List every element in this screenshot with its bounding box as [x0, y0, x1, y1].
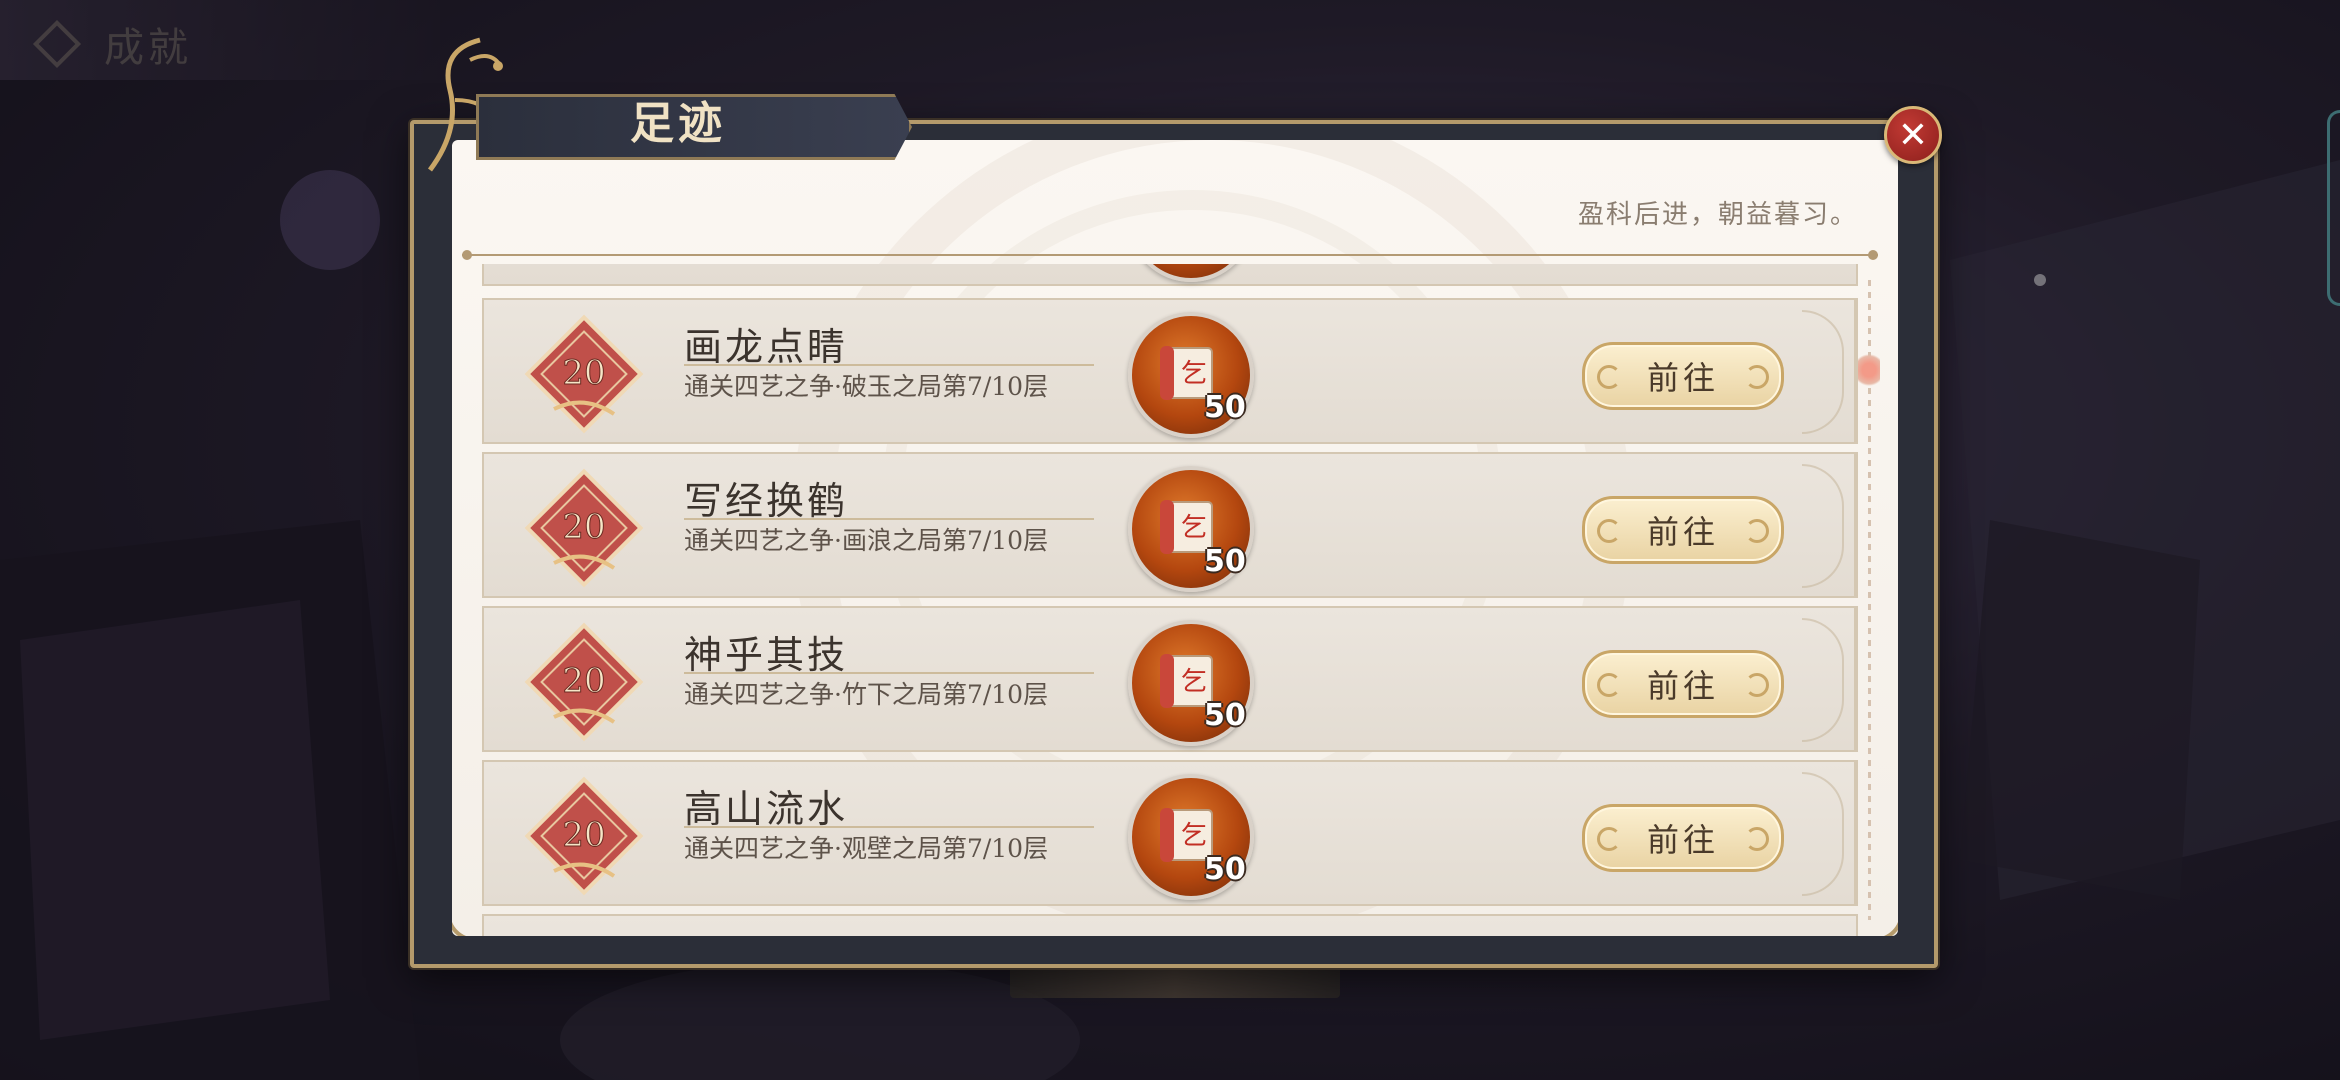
svg-text:乞: 乞 [1181, 359, 1207, 389]
list-item-partial-bottom [482, 914, 1858, 936]
go-button[interactable]: 前往 [1582, 496, 1784, 564]
close-button[interactable]: ✕ [1884, 106, 1942, 164]
corner-ornament [452, 878, 510, 936]
reward-item[interactable]: 乞 50 [1128, 774, 1254, 900]
go-button[interactable]: 前往 [1582, 804, 1784, 872]
list-item: 20 画龙点睛 通关四艺之争·破玉之局第7/10层 乞 50 前往 [482, 298, 1858, 444]
reward-count: 50 [1204, 698, 1246, 733]
achievement-title: 神乎其技 [684, 633, 849, 677]
reward-item[interactable]: 乞 50 [1128, 620, 1254, 746]
go-button[interactable]: 前往 [1582, 342, 1784, 410]
title-divider [684, 826, 1094, 828]
level-badge-icon: 20 [524, 776, 644, 896]
achievement-description: 通关四艺之争·画浪之局第7/10层 [684, 526, 1049, 555]
dialog-content-panel: 盈科后进，朝益暮习。 20 画龙点睛 通关四艺之争·破玉之局第7/10层 乞 5… [452, 140, 1898, 936]
badge-value: 20 [562, 661, 605, 701]
achievement-list[interactable]: 20 画龙点睛 通关四艺之争·破玉之局第7/10层 乞 50 前往 20 写经换… [482, 264, 1858, 936]
list-item-partial-top [482, 264, 1858, 286]
footprint-dialog: 盈科后进，朝益暮习。 20 画龙点睛 通关四艺之争·破玉之局第7/10层 乞 5… [410, 120, 1938, 968]
badge-value: 20 [562, 507, 605, 547]
list-scrollbar-thumb[interactable] [1858, 350, 1880, 390]
reward-count: 50 [1204, 390, 1246, 425]
close-icon: ✕ [1897, 114, 1929, 156]
badge-value: 20 [562, 353, 605, 393]
header-divider [462, 250, 1878, 260]
row-ornament [1794, 608, 1856, 750]
title-divider [684, 672, 1094, 674]
side-panel-edge [2327, 110, 2340, 306]
achievement-description: 通关四艺之争·观壁之局第7/10层 [684, 834, 1049, 863]
list-item: 20 写经换鹤 通关四艺之争·画浪之局第7/10层 乞 50 前往 [482, 452, 1858, 598]
title-divider [684, 518, 1094, 520]
level-badge-icon: 20 [524, 314, 644, 434]
reward-item-partial [1128, 264, 1254, 282]
achievement-title: 画龙点睛 [684, 325, 849, 369]
achievement-description: 通关四艺之争·竹下之局第7/10层 [684, 680, 1049, 709]
reward-count: 50 [1204, 544, 1246, 579]
list-item: 20 高山流水 通关四艺之争·观壁之局第7/10层 乞 50 前往 [482, 760, 1858, 906]
achievement-title: 高山流水 [684, 787, 849, 831]
level-badge-icon: 20 [524, 622, 644, 742]
title-divider [684, 364, 1094, 366]
corner-ornament [1840, 878, 1898, 936]
go-button[interactable]: 前往 [1582, 650, 1784, 718]
achievement-description: 通关四艺之争·破玉之局第7/10层 [684, 372, 1049, 401]
svg-text:乞: 乞 [1181, 667, 1207, 697]
dialog-title: 足迹 [630, 98, 726, 149]
row-ornament [1794, 454, 1856, 596]
list-item: 20 神乎其技 通关四艺之争·竹下之局第7/10层 乞 50 前往 [482, 606, 1858, 752]
svg-text:乞: 乞 [1181, 513, 1207, 543]
svg-text:乞: 乞 [1181, 821, 1207, 851]
badge-value: 20 [562, 815, 605, 855]
row-ornament [1794, 300, 1856, 442]
dialog-subtitle: 盈科后进，朝益暮习。 [1577, 200, 1858, 230]
reward-item[interactable]: 乞 50 [1128, 466, 1254, 592]
level-badge-icon: 20 [524, 468, 644, 588]
achievement-title: 写经换鹤 [684, 479, 849, 523]
reward-count: 50 [1204, 852, 1246, 887]
reward-item[interactable]: 乞 50 [1128, 312, 1254, 438]
